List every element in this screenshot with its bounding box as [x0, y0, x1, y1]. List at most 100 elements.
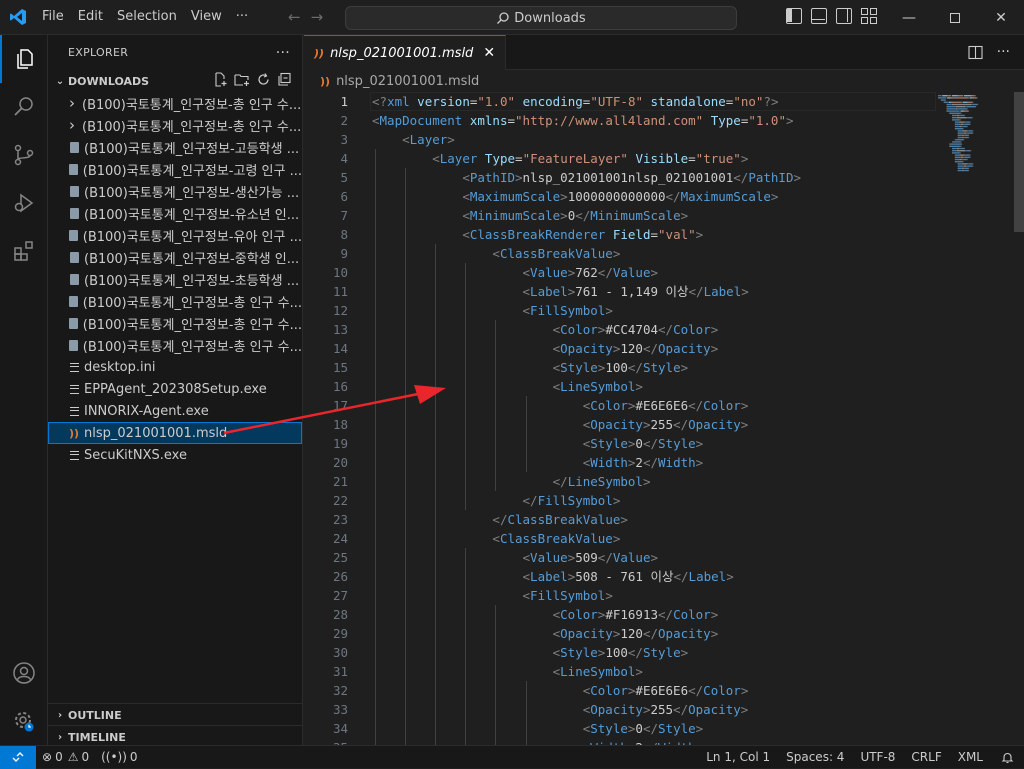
maximize-icon[interactable] — [932, 0, 978, 35]
line-number: 35 — [304, 738, 348, 745]
code-text: <Opacity>255</Opacity> — [582, 702, 749, 717]
cursor-position[interactable]: Ln 1, Col 1 — [698, 750, 778, 764]
toggle-primary-sidebar-icon[interactable] — [786, 8, 802, 24]
ports-status[interactable]: ((•)) 0 — [95, 750, 143, 764]
close-icon[interactable]: ✕ — [978, 0, 1024, 35]
settings-file-icon — [66, 384, 82, 394]
minimap-token — [941, 99, 945, 101]
minimize-icon[interactable]: — — [886, 0, 932, 35]
vertical-scrollbar[interactable] — [1012, 92, 1024, 745]
tab-nlsp-msld[interactable]: )) nlsp_021001001.msld ✕ — [304, 35, 507, 70]
tab-close-icon[interactable]: ✕ — [483, 45, 495, 61]
tree-file-item[interactable]: (B100)국토통계_인구정보-고령 인구 ... — [48, 158, 302, 180]
customize-layout-icon[interactable] — [861, 8, 877, 24]
vscode-logo-icon — [0, 0, 35, 35]
language-mode[interactable]: XML — [950, 750, 991, 764]
tab-label: nlsp_021001001.msld — [330, 45, 474, 61]
minimap-token — [955, 123, 961, 125]
split-editor-icon[interactable] — [968, 45, 983, 60]
tree-item-label: (B100)국토통계_인구정보-총 인구 수... — [82, 97, 302, 113]
code-text: </LineSymbol> — [552, 474, 651, 489]
tree-file-item[interactable]: (B100)국토통계_인구정보-유소년 인... — [48, 202, 302, 224]
search-view-icon[interactable] — [0, 83, 48, 131]
downloads-folder-header[interactable]: ⌄ DOWNLOADS — [48, 70, 302, 92]
tree-file-item[interactable]: (B100)국토통계_인구정보-중학생 인... — [48, 246, 302, 268]
minimap-token — [952, 119, 960, 121]
line-number: 11 — [332, 284, 348, 299]
explorer-more-button[interactable]: ··· — [276, 45, 290, 61]
tree-file-item[interactable]: (B100)국토통계_인구정보-총 인구 수... — [48, 312, 302, 334]
tree-file-item[interactable]: SecuKitNXS.exe — [48, 444, 302, 466]
minimap-token — [963, 114, 965, 117]
forward-arrow-icon[interactable]: → — [311, 8, 324, 26]
minimap-token — [961, 123, 964, 125]
back-arrow-icon[interactable]: ← — [288, 8, 301, 26]
tree-file-item[interactable]: (B100)국토통계_인구정보-생산가능 ... — [48, 180, 302, 202]
minimap-token — [964, 167, 969, 169]
encoding[interactable]: UTF-8 — [852, 750, 903, 764]
code-editor[interactable]: 1 <?xml version="1.0" encoding="UTF-8" st… — [304, 92, 936, 745]
minimap-token — [972, 130, 974, 132]
minimap-token — [960, 141, 962, 143]
tree-file-item[interactable]: (B100)국토통계_인구정보-초등학생 ... — [48, 268, 302, 290]
error-count: 0 — [55, 750, 63, 764]
minimap-token — [963, 158, 967, 161]
editor-actions: ··· — [968, 35, 1024, 69]
tree-file-item[interactable]: EPPAgent_202308Setup.exe — [48, 378, 302, 400]
minimap-token — [972, 101, 974, 103]
menu-view[interactable]: View — [184, 4, 229, 30]
indentation[interactable]: Spaces: 4 — [778, 750, 852, 764]
new-folder-icon[interactable] — [234, 72, 250, 91]
outline-header[interactable]: › OUTLINE — [48, 704, 303, 726]
minimap-token — [962, 128, 964, 130]
code-text: <Label>508 - 761 이상</Label> — [522, 569, 734, 584]
minimap-token — [965, 106, 967, 108]
code-line: 11 <Label>761 - 1,149 이상</Label> — [304, 282, 936, 301]
source-control-icon[interactable] — [0, 131, 48, 179]
tree-file-item[interactable]: (B100)국토통계_인구정보-총 인구 수... — [48, 334, 302, 356]
code-text: <Opacity>120</Opacity> — [552, 626, 719, 641]
problems-status[interactable]: ⊗ 0 ⚠ 0 — [36, 750, 95, 764]
refresh-icon[interactable] — [256, 72, 271, 91]
menu-more[interactable]: ··· — [229, 4, 255, 30]
minimap-token — [976, 97, 978, 99]
accounts-icon[interactable] — [0, 649, 48, 697]
explorer-icon[interactable] — [0, 35, 48, 83]
minimap-token — [959, 125, 962, 128]
minimap[interactable] — [936, 92, 1012, 745]
tree-file-item[interactable]: )) nlsp_021001001.msld — [48, 422, 302, 444]
scrollbar-thumb[interactable] — [1014, 92, 1024, 232]
run-debug-icon[interactable] — [0, 179, 48, 227]
breadcrumb[interactable]: )) nlsp_021001001.msld — [304, 70, 1024, 92]
code-text: <Opacity>120</Opacity> — [552, 341, 719, 356]
manage-gear-icon[interactable] — [0, 697, 48, 745]
tree-file-item[interactable]: (B100)국토통계_인구정보-총 인구 수... — [48, 290, 302, 312]
tree-file-item[interactable]: INNORIX-Agent.exe — [48, 400, 302, 422]
line-number: 5 — [340, 170, 348, 185]
tree-file-item[interactable]: (B100)국토통계_인구정보-유아 인구 ... — [48, 224, 302, 246]
line-ending[interactable]: CRLF — [903, 750, 949, 764]
tree-folder-item[interactable]: › (B100)국토통계_인구정보-총 인구 수... — [48, 114, 302, 136]
tree-folder-item[interactable]: › (B100)국토통계_인구정보-총 인구 수... — [48, 92, 302, 114]
menu-edit[interactable]: Edit — [71, 4, 110, 30]
command-center-search[interactable]: Downloads — [345, 6, 737, 30]
tree-file-item[interactable]: (B100)국토통계_인구정보-고등학생 ... — [48, 136, 302, 158]
more-actions-icon[interactable]: ··· — [997, 44, 1010, 60]
remote-indicator-icon[interactable] — [0, 745, 36, 769]
new-file-icon[interactable] — [213, 71, 228, 91]
minimap-token — [963, 123, 965, 125]
toggle-secondary-sidebar-icon[interactable] — [836, 8, 852, 24]
line-number: 14 — [332, 341, 348, 356]
tree-file-item[interactable]: desktop.ini — [48, 356, 302, 378]
notifications-bell-icon[interactable] — [991, 751, 1024, 764]
menu-selection[interactable]: Selection — [110, 4, 184, 30]
code-text: <Color>#E6E6E6</Color> — [582, 683, 749, 698]
code-text: </ClassBreakValue> — [492, 512, 628, 527]
toggle-panel-icon[interactable] — [811, 8, 827, 24]
collapse-all-icon[interactable] — [277, 72, 292, 91]
menu-file[interactable]: File — [35, 4, 71, 30]
extensions-icon[interactable] — [0, 227, 48, 275]
minimap-token — [949, 143, 951, 145]
outline-section[interactable]: › OUTLINE — [48, 703, 303, 726]
minimap-token — [973, 97, 977, 99]
